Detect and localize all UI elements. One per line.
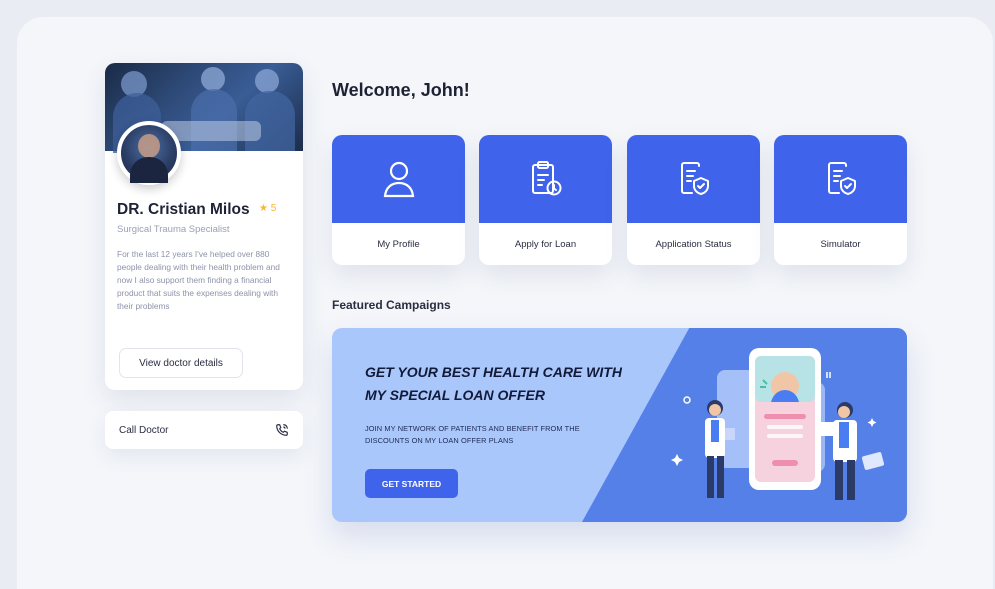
tile-label: Apply for Loan [514,238,577,250]
document-shield-icon [680,162,709,195]
campaign-headline: GET YOUR BEST HEALTH CARE WITH MY SPECIA… [365,364,622,403]
doctor-rating: ★ 5 [259,203,277,214]
phone-icon[interactable] [275,423,289,437]
document-shield-icon [827,162,856,195]
call-doctor-card[interactable]: Call Doctor [105,411,303,449]
tile-label: Simulator [820,238,861,250]
tile-label: My Profile [377,238,420,250]
clipboard-clock-icon [531,161,561,196]
campaign-banner: GET YOUR BEST HEALTH CARE WITH MY SPECIA… [332,328,907,522]
tile-application-status[interactable]: Application Status [627,135,760,265]
doctor-name: DR. Cristian Milos [117,201,250,218]
doctor-card: DR. Cristian Milos ★ 5 Surgical Trauma S… [105,63,303,390]
user-icon [383,161,414,198]
tile-label: Application Status [655,238,732,250]
doctors-phone-illustration [671,348,885,500]
tile-my-profile[interactable]: My Profile [332,135,465,265]
app-frame: DR. Cristian Milos ★ 5 Surgical Trauma S… [17,17,993,589]
featured-campaigns-heading: Featured Campaigns [332,298,451,312]
tile-simulator[interactable]: Simulator [774,135,907,265]
doctor-specialty: Surgical Trauma Specialist [117,224,230,235]
welcome-heading: Welcome, John! [332,80,470,100]
tile-apply-for-loan[interactable]: Apply for Loan [479,135,612,265]
get-started-button[interactable]: GET STARTED [365,469,458,498]
view-doctor-details-button[interactable]: View doctor details [119,348,243,378]
campaign-body: JOIN MY NETWORK OF PATIENTS AND BENEFIT … [365,424,580,445]
doctor-avatar [117,121,181,185]
call-doctor-label: Call Doctor [119,424,169,436]
doctor-bio: For the last 12 years I've helped over 8… [117,249,280,311]
